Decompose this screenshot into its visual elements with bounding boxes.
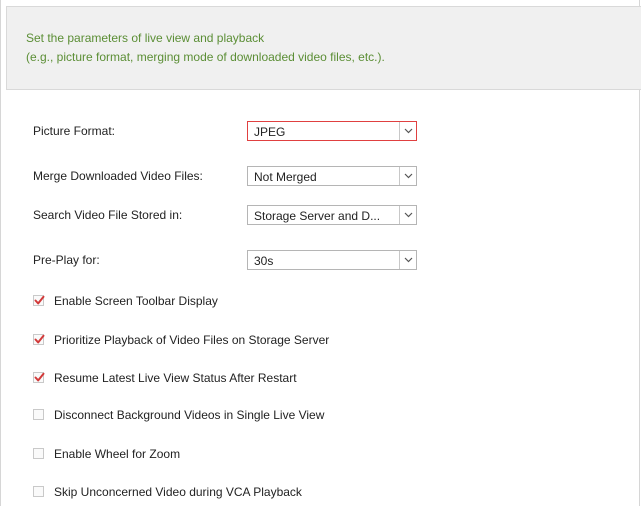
pre-play-value: 30s	[254, 254, 274, 268]
picture-format-row: Picture Format: JPEG	[33, 121, 433, 141]
picture-format-select[interactable]: JPEG	[247, 121, 417, 141]
option-screen-toolbar[interactable]: Enable Screen Toolbar Display	[33, 294, 433, 310]
checkbox[interactable]	[33, 372, 45, 383]
checkmark-icon	[34, 334, 45, 344]
option-label: Disconnect Background Videos in Single L…	[54, 408, 325, 422]
option-skip-unconcerned-video[interactable]: Skip Unconcerned Video during VCA Playba…	[33, 485, 453, 501]
option-prioritize-storage-playback[interactable]: Prioritize Playback of Video Files on St…	[33, 333, 453, 349]
checkmark-icon	[34, 295, 45, 305]
chevron-down-icon[interactable]	[399, 122, 416, 140]
option-label: Skip Unconcerned Video during VCA Playba…	[54, 485, 302, 499]
checkbox[interactable]	[33, 409, 44, 420]
merge-files-label: Merge Downloaded Video Files:	[33, 169, 203, 183]
option-label: Enable Wheel for Zoom	[54, 447, 181, 461]
pre-play-row: Pre-Play for: 30s	[33, 250, 433, 270]
option-wheel-zoom[interactable]: Enable Wheel for Zoom	[33, 447, 453, 463]
search-storage-row: Search Video File Stored in: Storage Ser…	[33, 205, 433, 225]
picture-format-label: Picture Format:	[33, 124, 116, 138]
search-storage-select[interactable]: Storage Server and D...	[247, 205, 417, 225]
checkbox[interactable]	[33, 334, 45, 345]
search-storage-label: Search Video File Stored in:	[33, 208, 183, 222]
settings-panel: Set the parameters of live view and play…	[0, 0, 641, 506]
option-label: Prioritize Playback of Video Files on St…	[54, 333, 330, 347]
checkmark-icon	[34, 372, 45, 382]
checkbox[interactable]	[33, 486, 44, 497]
description-line-2: (e.g., picture format, merging mode of d…	[26, 50, 385, 64]
merge-files-row: Merge Downloaded Video Files: Not Merged	[33, 166, 433, 186]
option-label: Enable Screen Toolbar Display	[54, 294, 218, 308]
picture-format-value: JPEG	[254, 125, 286, 139]
checkbox[interactable]	[33, 295, 45, 306]
option-resume-live-view[interactable]: Resume Latest Live View Status After Res…	[33, 371, 453, 387]
chevron-down-icon[interactable]	[399, 167, 416, 185]
pre-play-label: Pre-Play for:	[33, 253, 100, 267]
description-line-1: Set the parameters of live view and play…	[26, 31, 265, 45]
pre-play-select[interactable]: 30s	[247, 250, 417, 270]
chevron-down-icon[interactable]	[399, 206, 416, 224]
checkbox[interactable]	[33, 448, 44, 459]
search-storage-value: Storage Server and D...	[254, 209, 381, 223]
option-label: Resume Latest Live View Status After Res…	[54, 371, 297, 385]
chevron-down-icon[interactable]	[399, 251, 416, 269]
option-disconnect-background[interactable]: Disconnect Background Videos in Single L…	[33, 408, 453, 424]
description-banner: Set the parameters of live view and play…	[6, 6, 641, 90]
merge-files-value: Not Merged	[254, 170, 317, 184]
merge-files-select[interactable]: Not Merged	[247, 166, 417, 186]
